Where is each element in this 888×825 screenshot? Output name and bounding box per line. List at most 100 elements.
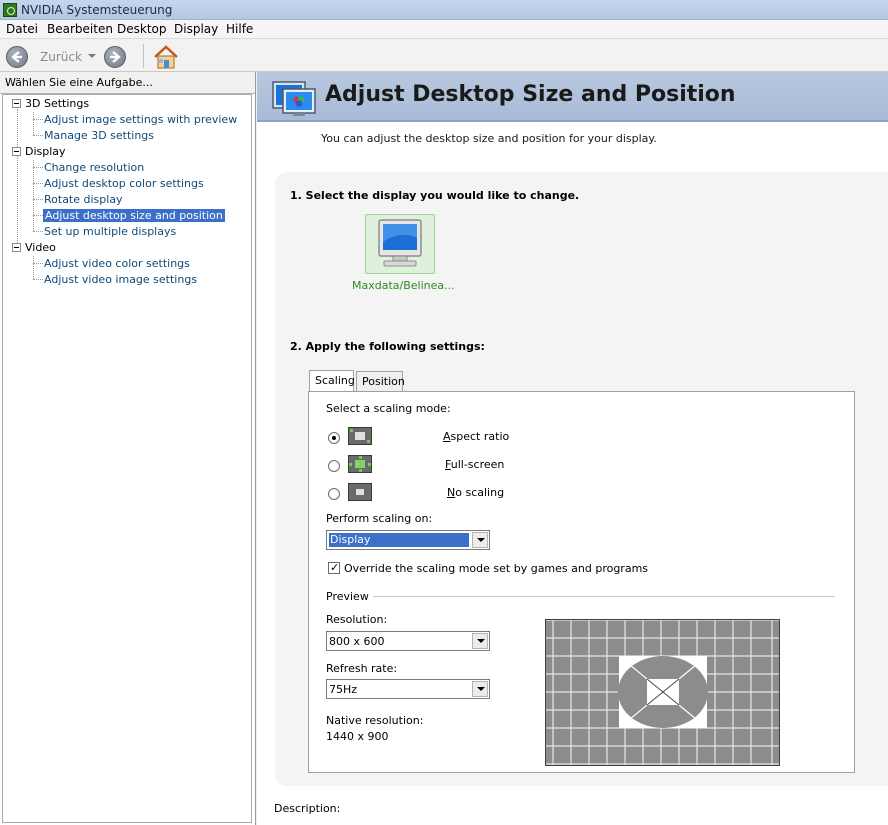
aspect-ratio-rest: spect ratio (450, 430, 510, 443)
desktop-display-icon (272, 81, 316, 116)
scaling-mode-label: Select a scaling mode: (326, 402, 451, 415)
resolution-label: Resolution: (326, 613, 388, 626)
override-label[interactable]: Override the scaling mode set by games a… (344, 562, 648, 575)
tree-item-adjust-image-settings[interactable]: Adjust image settings with preview (44, 113, 237, 126)
menu-datei[interactable]: Datei (6, 22, 38, 36)
tree-line (33, 167, 43, 168)
back-history-dropdown-icon[interactable] (88, 54, 96, 58)
menu-desktop[interactable]: Desktop (117, 22, 167, 36)
aspect-ratio-icon-corner (367, 440, 370, 443)
tree-category-3d-settings[interactable]: 3D Settings (25, 97, 89, 110)
no-scaling-accel: N (447, 486, 456, 499)
tree-line (17, 109, 18, 251)
radio-no-scaling[interactable] (328, 488, 340, 500)
resolution-value: 800 x 600 (329, 635, 385, 648)
chevron-down-icon[interactable] (472, 633, 488, 649)
full-screen-label[interactable]: Full-screen (445, 458, 504, 471)
display-name-label[interactable]: Maxdata/Belinea... (352, 279, 455, 292)
step1-heading: 1. Select the display you would like to … (290, 189, 580, 202)
aspect-ratio-icon-corner (350, 429, 353, 432)
aspect-ratio-label[interactable]: Aspect ratio (443, 430, 509, 443)
tree-item-video-image[interactable]: Adjust video image settings (44, 273, 197, 286)
tree-line (33, 256, 34, 279)
home-icon[interactable] (153, 45, 179, 69)
tree-item-manage-3d-settings[interactable]: Manage 3D settings (44, 129, 154, 142)
scaling-preview (545, 619, 780, 766)
tab-position[interactable]: Position (356, 371, 405, 391)
tree-item-adjust-desktop-size[interactable]: Adjust desktop size and position (43, 209, 225, 222)
refresh-rate-label: Refresh rate: (326, 662, 398, 675)
tree-item-change-resolution[interactable]: Change resolution (44, 161, 144, 174)
page-banner: Adjust Desktop Size and Position (257, 72, 888, 122)
tree-line (33, 263, 43, 264)
tree-line (33, 160, 34, 231)
toolbar-separator (143, 44, 144, 68)
menu-bearbeiten[interactable]: Bearbeiten (47, 22, 113, 36)
sidebar-header-label: Wählen Sie eine Aufgabe... (5, 76, 153, 89)
nvidia-app-icon (3, 3, 17, 17)
refresh-rate-value: 75Hz (329, 683, 358, 696)
chevron-down-icon[interactable] (472, 532, 488, 548)
refresh-rate-select[interactable]: 75Hz (326, 679, 490, 699)
step2-heading: 2. Apply the following settings: (290, 340, 485, 353)
menu-display[interactable]: Display (174, 22, 218, 36)
tree-line (33, 112, 34, 135)
toolbar: Zurück (0, 40, 888, 72)
full-screen-icon-arrow (368, 463, 371, 466)
tree-category-display[interactable]: Display (25, 145, 66, 158)
sidebar-header: Wählen Sie eine Aufgabe... (0, 72, 255, 94)
page-title: Adjust Desktop Size and Position (325, 82, 736, 107)
native-resolution-label: Native resolution: (326, 714, 424, 727)
resolution-select[interactable]: 800 x 600 (326, 631, 490, 651)
chevron-down-icon[interactable] (472, 681, 488, 697)
full-screen-icon-arrow (349, 463, 352, 466)
full-screen-icon-arrow (359, 456, 362, 459)
menu-hilfe[interactable]: Hilfe (226, 22, 253, 36)
tree-item-adjust-desktop-color[interactable]: Adjust desktop color settings (44, 177, 204, 190)
no-scaling-label[interactable]: No scaling (447, 486, 504, 499)
native-resolution-value: 1440 x 900 (326, 730, 389, 743)
settings-card: 1. Select the display you would like to … (275, 172, 888, 786)
aspect-ratio-accel: A (443, 430, 451, 443)
tree-category-video[interactable]: Video (25, 241, 56, 254)
forward-button[interactable] (104, 46, 126, 68)
collapse-3d-settings-icon[interactable] (12, 99, 21, 108)
description-label: Description: (274, 802, 341, 815)
full-screen-icon (348, 455, 372, 473)
back-button[interactable] (6, 46, 28, 68)
title-bar: NVIDIA Systemsteuerung (0, 0, 888, 20)
no-scaling-rest: o scaling (455, 486, 505, 499)
collapse-display-icon[interactable] (12, 147, 21, 156)
override-checkbox[interactable] (328, 561, 340, 574)
tree-item-rotate-display[interactable]: Rotate display (44, 193, 123, 206)
content-panel: Adjust Desktop Size and Position You can… (257, 72, 888, 825)
full-screen-icon-screen (355, 460, 365, 468)
arrow-right-icon (110, 51, 121, 63)
radio-aspect-ratio[interactable] (328, 432, 340, 444)
tab-scaling[interactable]: Scaling (309, 370, 355, 391)
task-sidebar: Wählen Sie eine Aufgabe... 3D Settings A… (0, 72, 256, 825)
arrow-left-icon (11, 51, 22, 63)
menu-bar: Datei Bearbeiten Desktop Display Hilfe (0, 20, 888, 39)
tree-item-video-color[interactable]: Adjust video color settings (44, 257, 190, 270)
monitor-icon (378, 219, 422, 267)
collapse-video-icon[interactable] (12, 243, 21, 252)
window-title: NVIDIA Systemsteuerung (21, 3, 173, 17)
tree-line (33, 231, 43, 232)
preview-test-pattern (546, 619, 779, 765)
preview-group-divider (373, 596, 835, 597)
tree-line (33, 279, 43, 280)
scaling-tab-panel: Select a scaling mode: Aspect ratio Full… (308, 391, 855, 773)
full-screen-icon-arrow (359, 469, 362, 472)
no-scaling-icon (348, 483, 372, 501)
tree-line (33, 215, 43, 216)
tree-line (33, 199, 43, 200)
radio-full-screen[interactable] (328, 460, 340, 472)
perform-scaling-select[interactable]: Display (326, 530, 490, 550)
aspect-ratio-icon-screen (355, 432, 365, 440)
tree-item-multiple-displays[interactable]: Set up multiple displays (44, 225, 176, 238)
back-label[interactable]: Zurück (40, 50, 82, 64)
display-selector-tile[interactable] (365, 214, 435, 274)
preview-group-label: Preview (326, 590, 369, 603)
tree-line (33, 183, 43, 184)
